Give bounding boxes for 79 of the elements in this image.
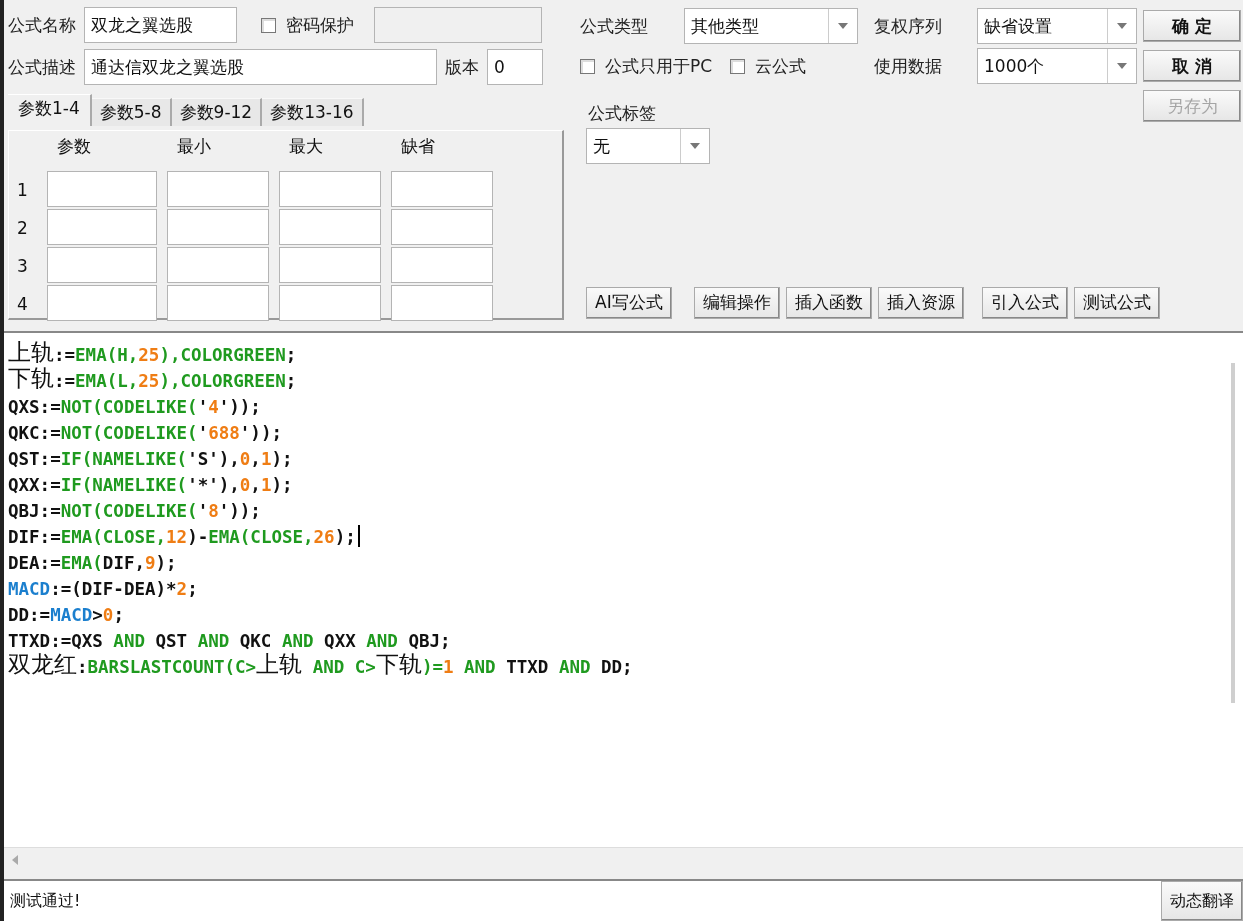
tool-button[interactable]: AI写公式: [586, 286, 672, 319]
translate-button[interactable]: 动态翻译: [1161, 881, 1243, 921]
tool-button[interactable]: 编辑操作: [693, 286, 780, 319]
row-number: 2: [17, 217, 29, 240]
checkbox-label: 云公式: [755, 54, 807, 78]
type-select[interactable]: 其他类型: [683, 8, 858, 44]
input-field[interactable]: [47, 209, 157, 245]
param-tab[interactable]: 参数9-12: [171, 98, 263, 126]
row-number: 1: [17, 179, 29, 202]
column-header: 最小: [176, 134, 212, 158]
checkbox-label: 密码保护: [286, 13, 354, 37]
name-field[interactable]: 双龙之翼选股: [84, 7, 237, 43]
horizontal-scrollbar[interactable]: [4, 847, 1243, 871]
field-label: 公式类型: [580, 14, 649, 38]
input-field[interactable]: [391, 209, 493, 245]
code-line: QXS:=NOT(CODELIKE('4'));: [8, 395, 261, 417]
input-field[interactable]: [167, 171, 269, 207]
input-field[interactable]: [167, 285, 269, 321]
dropdown-arrow-icon: [1117, 63, 1127, 69]
code-line: TTXD:=QXS AND QST AND QKC AND QXX AND QBJ;: [8, 629, 451, 651]
tool-button[interactable]: 引入公式: [981, 286, 1068, 319]
row-number: 3: [17, 255, 29, 278]
checkbox[interactable]: [730, 58, 746, 74]
dropdown-arrow-icon: [1117, 23, 1127, 29]
code-line: DEA:=EMA(DIF,9);: [8, 551, 177, 573]
code-editor[interactable]: [4, 330, 1243, 871]
column-header: 缺省: [400, 134, 436, 158]
password-field[interactable]: [374, 7, 542, 43]
code-line: QST:=IF(NAMELIKE('S'),0,1);: [8, 447, 293, 469]
tag-select[interactable]: 无: [586, 128, 710, 164]
checkbox[interactable]: [580, 58, 595, 74]
param-tab[interactable]: 参数1-4: [8, 94, 92, 126]
input-field[interactable]: [167, 247, 269, 283]
code-line: 上轨:=EMA(H,25),COLORGREEN;: [8, 338, 297, 365]
input-field[interactable]: [279, 209, 381, 245]
code-line: DD:=MACD>0;: [8, 603, 124, 625]
param-tab[interactable]: 参数13-16: [262, 98, 364, 126]
input-field[interactable]: [279, 247, 381, 283]
rights-select[interactable]: 缺省设置: [977, 8, 1137, 44]
input-field[interactable]: [167, 209, 269, 245]
input-field[interactable]: [47, 247, 157, 283]
code-line: 双龙红:BARSLASTCOUNT(C>上轨 AND C>下轨)=1 AND TTXD AND DD;: [8, 650, 633, 677]
ok-button[interactable]: 确 定: [1143, 10, 1241, 42]
code-line: QKC:=NOT(CODELIKE('688'));: [8, 421, 282, 443]
data-select[interactable]: 1000个: [977, 48, 1137, 84]
scroll-left-icon[interactable]: [12, 854, 18, 865]
checkbox[interactable]: [261, 17, 276, 33]
description-field[interactable]: 通达信双龙之翼选股: [84, 49, 437, 85]
code-line: QBJ:=NOT(CODELIKE('8'));: [8, 499, 261, 521]
status-message: 测试通过!: [9, 890, 81, 912]
code-line: 下轨:=EMA(L,25),COLORGREEN;: [8, 364, 297, 391]
field-label: 复权序列: [873, 14, 943, 38]
tool-button[interactable]: 测试公式: [1073, 286, 1160, 319]
dropdown-arrow-icon: [690, 143, 700, 149]
input-field[interactable]: [279, 285, 381, 321]
code-line: QXX:=IF(NAMELIKE('*'),0,1);: [8, 473, 293, 495]
field-label: 版本: [445, 55, 479, 79]
tool-button[interactable]: 插入函数: [785, 286, 872, 319]
tool-button[interactable]: 插入资源: [877, 286, 964, 319]
code-line: DIF:=EMA(CLOSE,12)-EMA(CLOSE,26);: [8, 520, 360, 547]
field-label: 公式名称: [8, 13, 76, 37]
code-line: MACD:=(DIF-DEA)*2;: [8, 577, 198, 599]
field-label: 公式标签: [587, 101, 657, 125]
column-header: 最大: [288, 134, 324, 158]
field-label: 使用数据: [873, 54, 943, 78]
input-field[interactable]: [391, 247, 493, 283]
input-field[interactable]: [279, 171, 381, 207]
input-field[interactable]: [391, 285, 493, 321]
row-number: 4: [17, 293, 29, 316]
input-field[interactable]: [391, 171, 493, 207]
column-header: 参数: [56, 134, 92, 158]
field-label: 公式描述: [8, 55, 76, 79]
checkbox-label: 公式只用于PC: [605, 54, 713, 78]
dropdown-arrow-icon: [837, 23, 848, 29]
cancel-button[interactable]: 取 消: [1143, 50, 1241, 82]
version-field[interactable]: 0: [487, 49, 543, 85]
input-field[interactable]: [47, 285, 157, 321]
param-tab[interactable]: 参数5-8: [91, 98, 172, 126]
input-field[interactable]: [47, 171, 157, 207]
